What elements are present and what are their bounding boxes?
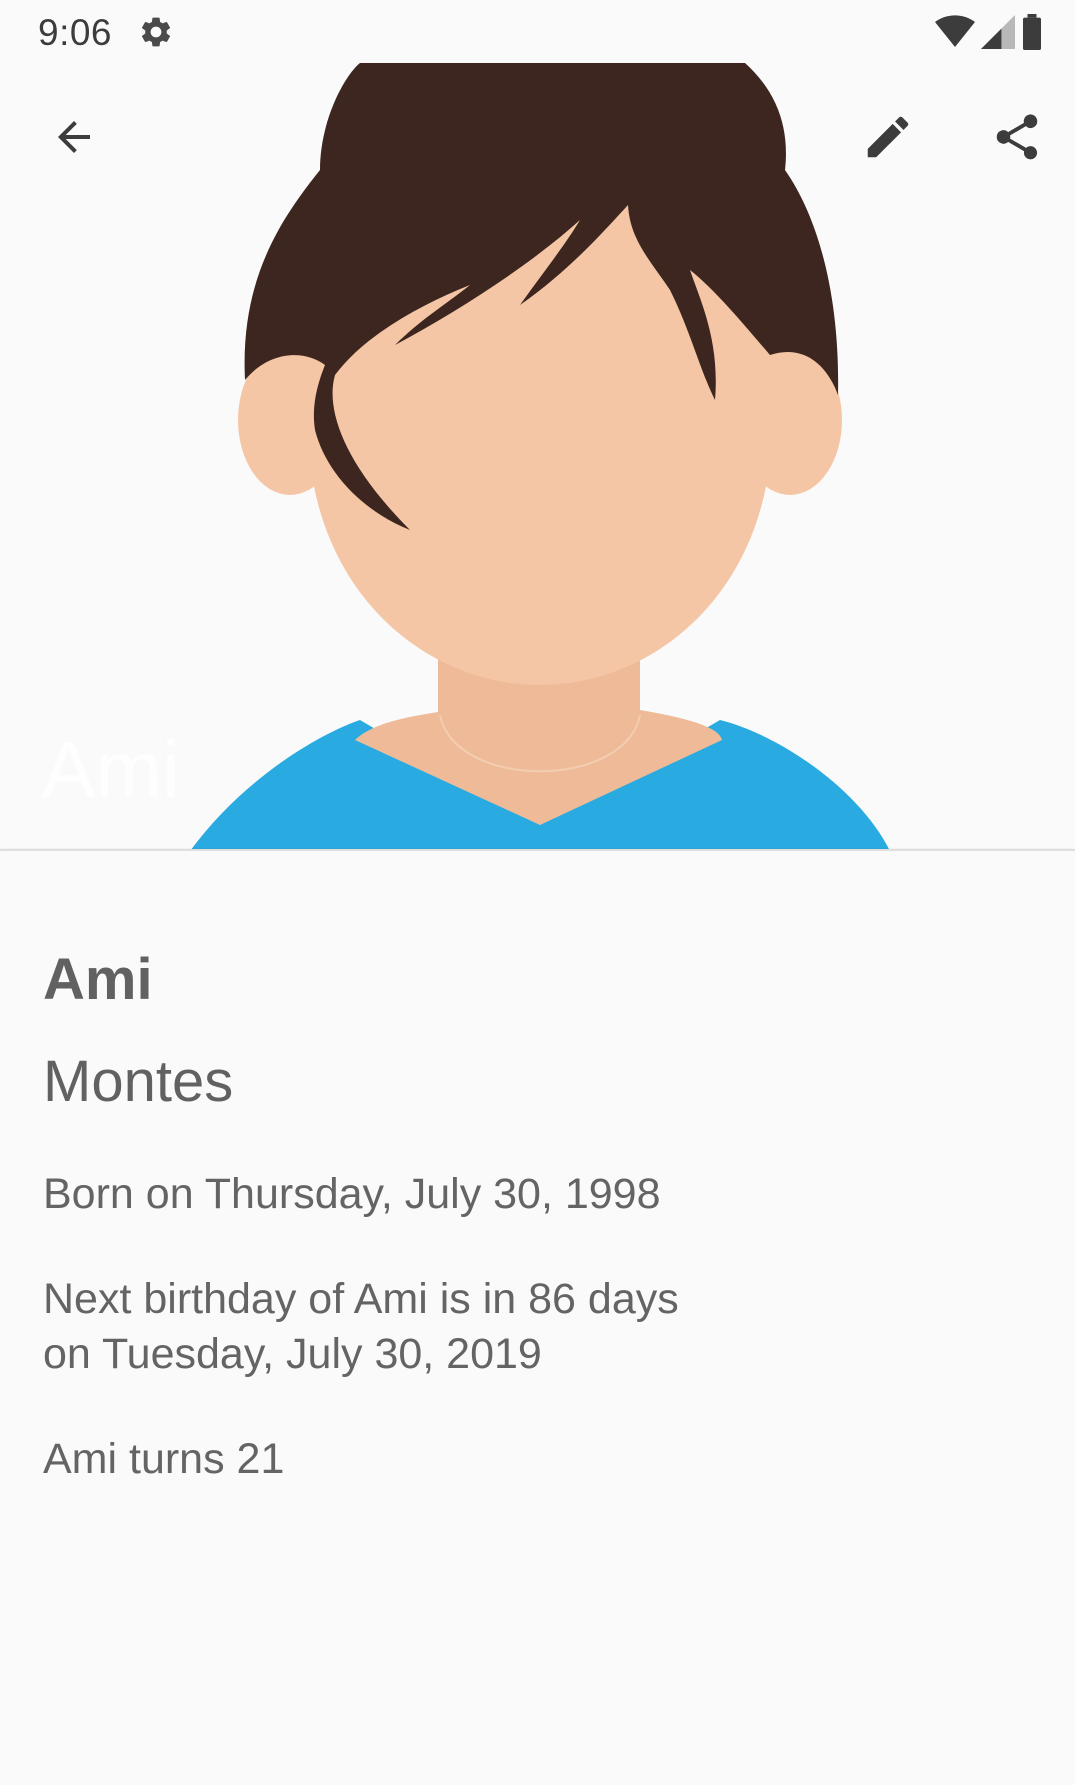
contact-details: Ami Montes Born on Thursday, July 30, 19…	[43, 940, 1033, 1487]
back-button[interactable]	[42, 105, 106, 169]
first-name: Ami	[43, 947, 153, 1012]
status-icons	[935, 14, 1043, 50]
last-name: Montes	[43, 1049, 234, 1114]
pencil-icon	[867, 116, 909, 158]
signal-icon	[981, 15, 1015, 49]
header-divider	[0, 849, 1075, 851]
share-button[interactable]	[985, 105, 1049, 169]
arrow-back-icon	[58, 121, 90, 153]
next-birthday-date: on Tuesday, July 30, 2019	[43, 1330, 542, 1378]
born-date-text: Born on Thursday, July 30, 1998	[43, 1170, 661, 1218]
contact-header: Ami	[0, 0, 1075, 851]
gear-icon	[141, 17, 171, 47]
next-birthday-countdown: Next birthday of Ami is in 86 days	[43, 1275, 679, 1323]
share-icon	[996, 114, 1038, 160]
header-contact-name: Ami	[42, 725, 180, 814]
edit-button[interactable]	[856, 105, 920, 169]
wifi-icon	[935, 15, 975, 48]
status-time: 9:06	[38, 12, 113, 53]
status-bar: 9:06	[0, 0, 1075, 63]
battery-icon	[1023, 14, 1041, 50]
age-turns-text: Ami turns 21	[43, 1435, 285, 1483]
